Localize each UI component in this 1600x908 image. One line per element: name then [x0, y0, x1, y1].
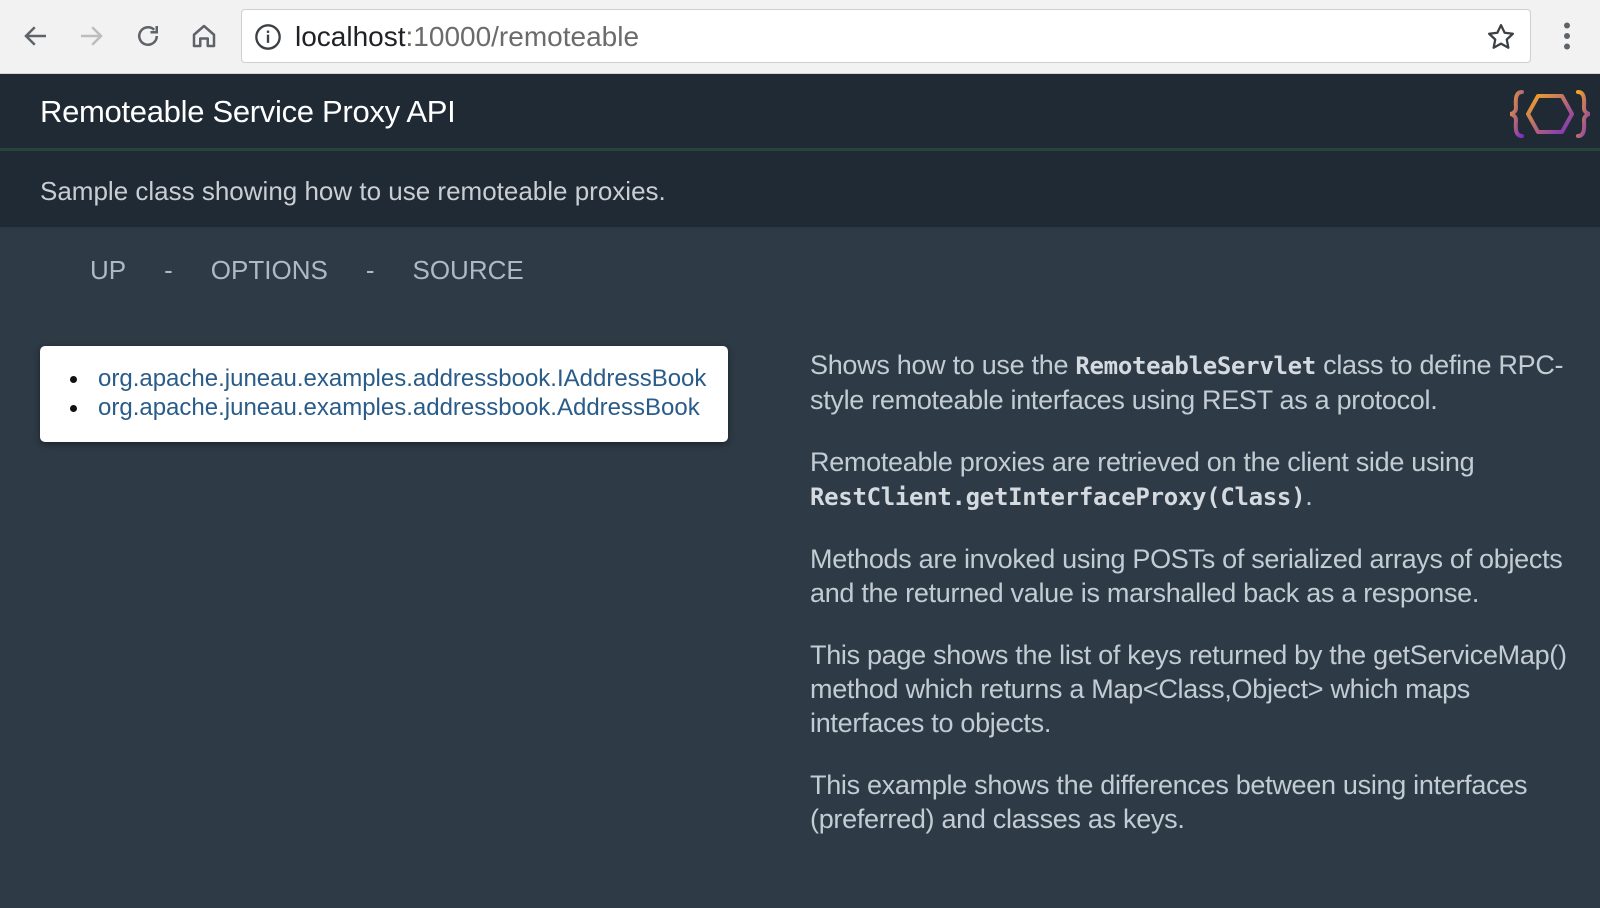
- page-subheader: Sample class showing how to use remoteab…: [0, 151, 1600, 229]
- url-host: localhost: [295, 21, 406, 52]
- forward-arrow-icon[interactable]: [73, 18, 109, 54]
- description-text: .: [1305, 481, 1313, 511]
- description-paragraph: This example shows the differences betwe…: [810, 770, 1528, 834]
- page-title: Remoteable Service Proxy API: [40, 94, 456, 129]
- back-arrow-icon[interactable]: [18, 18, 54, 54]
- description-panel: Shows how to use the RemoteableServlet c…: [810, 348, 1570, 864]
- nav-separator: -: [365, 255, 375, 285]
- nav-links: UP - OPTIONS - SOURCE: [90, 255, 524, 286]
- service-list-card: org.apache.juneau.examples.addressbook.I…: [40, 346, 728, 442]
- reload-icon[interactable]: [130, 18, 166, 54]
- page-header: Remoteable Service Proxy API: [0, 74, 1600, 151]
- description-paragraph: Shows how to use the RemoteableServlet c…: [810, 348, 1570, 417]
- service-link-addressbook[interactable]: org.apache.juneau.examples.addressbook.A…: [98, 394, 700, 421]
- service-link-iaddressbook[interactable]: org.apache.juneau.examples.addressbook.I…: [98, 365, 706, 392]
- nav-link-options[interactable]: OPTIONS: [211, 255, 328, 286]
- list-item: org.apache.juneau.examples.addressbook.I…: [69, 364, 706, 393]
- list-item: org.apache.juneau.examples.addressbook.A…: [69, 393, 706, 422]
- kebab-menu-icon[interactable]: [1552, 18, 1582, 54]
- page-subtitle: Sample class showing how to use remoteab…: [40, 176, 666, 206]
- code-getinterfaceproxy: RestClient.getInterfaceProxy(Class): [810, 483, 1306, 511]
- code-remoteableservlet: RemoteableServlet: [1075, 352, 1316, 380]
- description-text: Remoteable proxies are retrieved on the …: [810, 447, 1475, 477]
- url-path: :10000/remoteable: [405, 21, 640, 52]
- info-icon[interactable]: [254, 23, 282, 51]
- address-bar[interactable]: localhost:10000/remoteable: [241, 9, 1531, 63]
- description-paragraph: Remoteable proxies are retrieved on the …: [810, 445, 1570, 514]
- nav-link-up[interactable]: UP: [90, 255, 126, 286]
- description-paragraph: This page shows the list of keys returne…: [810, 640, 1567, 738]
- juneau-logo-icon: [1509, 90, 1591, 138]
- description-paragraph: Methods are invoked using POSTs of seria…: [810, 544, 1563, 608]
- browser-toolbar: localhost:10000/remoteable: [0, 0, 1600, 74]
- description-text: Shows how to use the: [810, 350, 1076, 380]
- service-list: org.apache.juneau.examples.addressbook.I…: [69, 364, 706, 422]
- nav-separator: -: [164, 255, 173, 285]
- home-icon[interactable]: [186, 18, 222, 54]
- url-text[interactable]: localhost:10000/remoteable: [295, 20, 639, 54]
- bookmark-star-icon[interactable]: [1486, 22, 1516, 52]
- nav-link-source[interactable]: SOURCE: [412, 255, 523, 286]
